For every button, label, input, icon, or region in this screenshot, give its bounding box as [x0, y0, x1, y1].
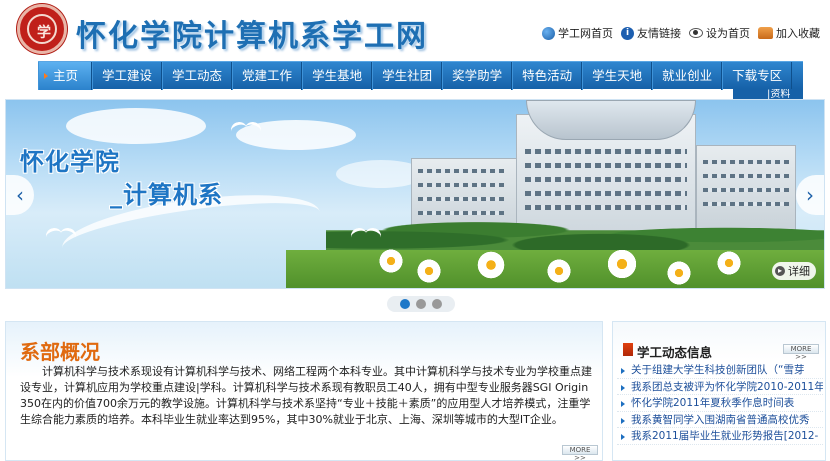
nav-item-student-world[interactable]: 学生天地 [582, 62, 653, 90]
logo-inner-ring: 学 [27, 14, 57, 44]
slide-dot-1[interactable] [400, 299, 410, 309]
nav-item-featured-activities[interactable]: 特色活动 [512, 62, 583, 90]
nav-item-student-base[interactable]: 学生基地 [302, 62, 373, 90]
building-window-row [418, 183, 504, 187]
logo-glyph: 学 [37, 25, 51, 41]
news-more-button[interactable]: MORE >> [783, 344, 819, 361]
building-window-row [703, 202, 789, 206]
title-bar-icon [623, 343, 633, 356]
next-slide-arrow-icon[interactable]: › [796, 175, 824, 215]
news-item[interactable]: 关于组建大学生科技创新团队（“雪芽 [617, 362, 823, 379]
nav-item-xuegong-construction[interactable]: 学工建设 [92, 62, 163, 90]
top-links: 学工网首页 i 友情链接 设为首页 加入收藏 [542, 25, 820, 41]
news-item[interactable]: 我系团总支被评为怀化学院2010-2011年 [617, 379, 823, 395]
banner-text-line2: _计算机系 [110, 181, 223, 209]
toplink-friend-links[interactable]: i 友情链接 [621, 25, 681, 41]
slide-dot-3[interactable] [432, 299, 442, 309]
main-nav: 主页 学工建设 学工动态 党建工作 学生基地 学生社团 奖学助学 特色活动 学生… [38, 61, 803, 90]
info-icon: i [621, 26, 634, 40]
news-list: 关于组建大学生科技创新团队（“雪芽 我系团总支被评为怀化学院2010-2011年… [617, 362, 823, 445]
toplink-add-favorites-label: 加入收藏 [776, 27, 820, 40]
department-overview-title: 系部概况 [20, 340, 100, 364]
college-logo-icon[interactable]: 学 [17, 4, 67, 54]
building-window-row [418, 197, 504, 201]
news-item[interactable]: 我系黄智同学入围湖南省普通高校优秀 [617, 412, 823, 428]
toplink-friend-links-label: 友情链接 [637, 27, 681, 40]
daisy-flower [716, 250, 742, 276]
nav-item-student-clubs[interactable]: 学生社团 [372, 62, 443, 90]
building-window-row [525, 149, 687, 154]
building-window-row [525, 191, 687, 196]
seagull-icon [351, 228, 383, 242]
department-overview-text: 计算机科学与技术系现设有计算机科学与技术、网络工程两个本科专业。其中计算机科学与… [20, 365, 592, 426]
nav-item-xuegong-news[interactable]: 学工动态 [162, 62, 233, 90]
favorites-icon [758, 27, 773, 39]
site-header: 学 怀化学院计算机系学工网 学工网首页 i 友情链接 设为首页 加入收藏 [0, 0, 830, 60]
nav-item-downloads[interactable]: 下载专区 [722, 62, 793, 90]
nav-item-employment[interactable]: 就业创业 [652, 62, 723, 90]
toplink-set-homepage[interactable]: 设为首页 [689, 25, 750, 41]
banner-text-line1: 怀化学院 [20, 148, 120, 176]
toplink-add-favorites[interactable]: 加入收藏 [758, 25, 820, 41]
nav-overflow-item[interactable]: |资料 [733, 89, 803, 99]
overview-more-button[interactable]: MORE >> [562, 445, 598, 461]
nav-item-scholarships[interactable]: 奖学助学 [442, 62, 513, 90]
toplink-home-label: 学工网首页 [558, 27, 613, 40]
daisy-flower [476, 250, 506, 280]
seagull-icon [46, 228, 78, 242]
daisy-flower [416, 258, 442, 284]
news-panel-header: 学工动态信息 MORE >> [613, 322, 825, 361]
cloud-shape [66, 108, 206, 144]
building-window-row [525, 177, 687, 182]
seagull-icon [231, 122, 263, 136]
slide-detail-label: 详细 [788, 265, 810, 278]
play-icon: ▸ [775, 266, 785, 276]
nav-item-home[interactable]: 主页 [38, 62, 93, 90]
building-window-row [703, 174, 789, 178]
toplink-home[interactable]: 学工网首页 [542, 25, 613, 41]
banner-slideshow[interactable]: 怀化学院 _计算机系 ‹ › ▸ 详细 [5, 99, 825, 289]
xuegong-news-panel: 学工动态信息 MORE >> 关于组建大学生科技创新团队（“雪芽 我系团总支被评… [612, 321, 826, 461]
news-item[interactable]: 我系2011届毕业生就业形势报告[2012- [617, 428, 823, 445]
slide-dot-2[interactable] [416, 299, 426, 309]
daisy-flower [606, 248, 638, 280]
prev-slide-arrow-icon[interactable]: ‹ [6, 175, 34, 215]
slide-indicator [387, 296, 455, 312]
toplink-set-homepage-label: 设为首页 [706, 27, 750, 40]
daisy-flower [546, 258, 572, 284]
campus-dome-roof [526, 100, 696, 140]
building-window-row [703, 160, 789, 164]
slide-detail-button[interactable]: ▸ 详细 [772, 262, 816, 280]
daisy-flower [378, 248, 404, 274]
news-panel-title: 学工动态信息 [637, 345, 713, 360]
news-item[interactable]: 怀化学院2011年夏秋季作息时间表 [617, 395, 823, 412]
eye-icon [689, 28, 703, 38]
building-window-row [525, 163, 687, 168]
department-overview-panel: 系部概况 计算机科学与技术系现设有计算机科学与技术、网络工程两个本科专业。其中计… [5, 321, 603, 461]
building-window-row [418, 169, 504, 173]
home-globe-icon [542, 26, 555, 40]
nav-item-party-work[interactable]: 党建工作 [232, 62, 303, 90]
daisy-flower [666, 260, 692, 286]
site-title[interactable]: 怀化学院计算机系学工网 [76, 11, 428, 55]
building-window-row [703, 188, 789, 192]
